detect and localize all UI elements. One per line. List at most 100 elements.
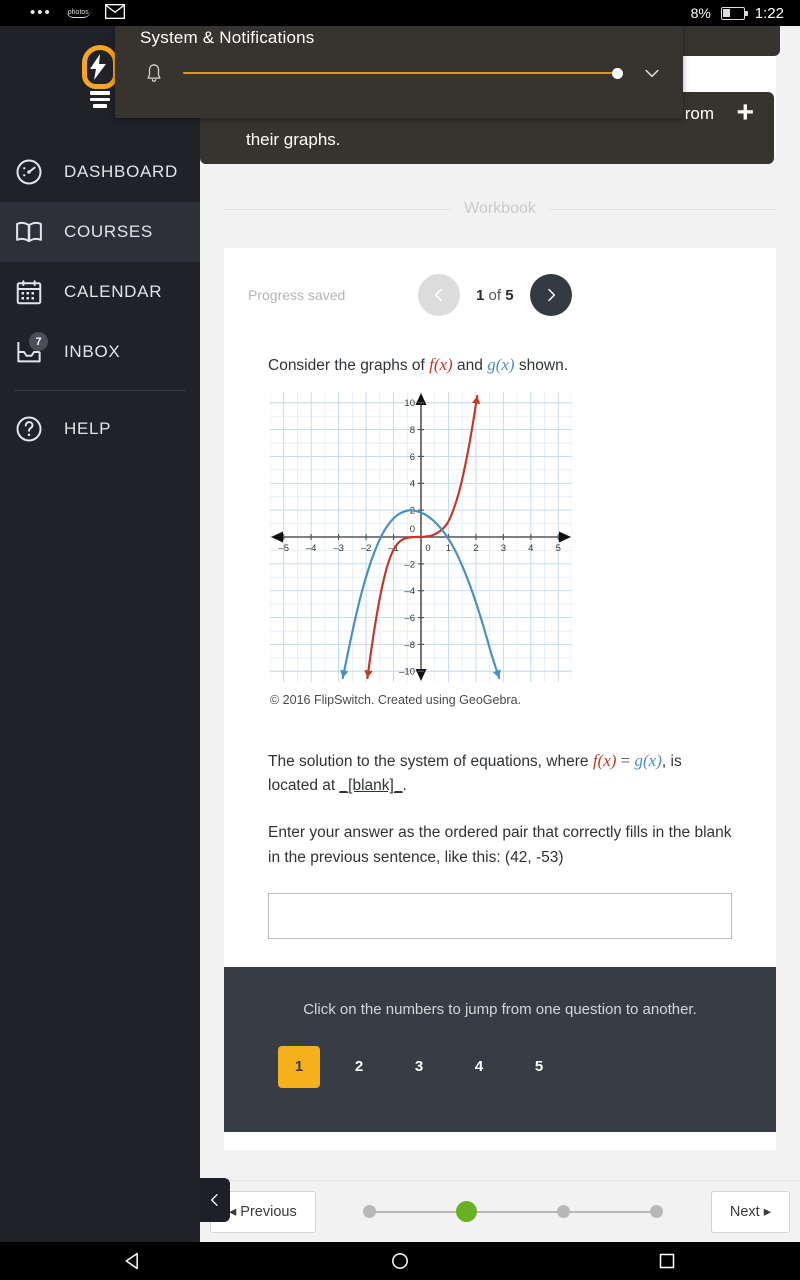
prompt-text-2: shown. bbox=[514, 357, 568, 374]
prompt-text-and: and bbox=[452, 357, 488, 374]
progress-dot-3[interactable] bbox=[557, 1205, 571, 1218]
svg-text:5: 5 bbox=[556, 543, 561, 554]
sidebar-nav: DASHBOARD COURSES CALENDAR 7 INBOX HELP bbox=[0, 142, 200, 459]
workbook-divider: Workbook bbox=[224, 200, 777, 218]
clock: 1:22 bbox=[754, 4, 784, 22]
shade-expand-button[interactable] bbox=[639, 63, 665, 83]
page-current: 1 bbox=[476, 286, 485, 304]
volume-slider-row bbox=[115, 48, 683, 84]
sidebar-item-calendar[interactable]: CALENDAR bbox=[0, 262, 200, 322]
blank-placeholder: _[blank]_ bbox=[339, 777, 403, 795]
function-graph: –5 –4 –3 –2 –1 1 2 3 4 5 0 –10 –8 –6 –4 –2 0 2 4 6 8 10 © 201… bbox=[269, 391, 732, 707]
home-circle-icon bbox=[392, 1253, 408, 1269]
prompt-text-1: Consider the graphs of bbox=[268, 357, 430, 374]
svg-text:10: 10 bbox=[404, 398, 415, 409]
chevron-left-icon bbox=[211, 1194, 218, 1206]
gx-symbol: g(x) bbox=[487, 355, 515, 374]
bell-icon bbox=[143, 62, 165, 84]
more-dots-icon: ••• bbox=[30, 4, 52, 21]
sidebar-item-label: COURSES bbox=[64, 222, 153, 241]
inbox-tray-icon: 7 bbox=[14, 332, 48, 367]
chevron-left-icon bbox=[434, 288, 442, 302]
question-circle-icon bbox=[14, 414, 44, 444]
svg-text:–3: –3 bbox=[333, 543, 344, 554]
inbox-badge: 7 bbox=[29, 332, 48, 351]
answer-hint: Enter your answer as the ordered pair th… bbox=[268, 824, 732, 866]
nav-recents-button[interactable] bbox=[607, 1251, 727, 1271]
nav-back-button[interactable] bbox=[73, 1251, 193, 1271]
progress-dot-2[interactable] bbox=[456, 1201, 478, 1222]
chevron-down-icon bbox=[645, 69, 659, 78]
prev-question-button[interactable] bbox=[418, 274, 460, 316]
progress-saved-label: Progress saved bbox=[248, 287, 346, 303]
answer-input[interactable] bbox=[268, 892, 732, 939]
next-question-button[interactable] bbox=[529, 274, 572, 316]
battery-percent: 8% bbox=[690, 5, 711, 21]
workbook-card: Progress saved 1 of 5 Consider the graph… bbox=[224, 248, 776, 967]
screen-root: DASHBOARD COURSES CALENDAR 7 INBOX HELP … bbox=[0, 0, 800, 1280]
main-content: Workbook Progress saved 1 of 5 Consider … bbox=[200, 26, 800, 1242]
recents-square-icon bbox=[659, 1253, 674, 1269]
question-body: Consider the graphs of f(x) and g(x) sho… bbox=[224, 338, 776, 967]
svg-text:–4: –4 bbox=[306, 543, 317, 554]
svg-text:1: 1 bbox=[446, 543, 451, 554]
sidebar-item-help[interactable]: HELP bbox=[0, 399, 200, 459]
slider-track bbox=[183, 71, 621, 75]
svg-text:–10: –10 bbox=[399, 666, 415, 677]
tooltip-second-line: their graphs. bbox=[246, 130, 341, 149]
mail-icon bbox=[104, 4, 125, 22]
statement-end: . bbox=[402, 777, 407, 795]
plus-icon[interactable]: + bbox=[736, 98, 754, 128]
back-triangle-icon bbox=[125, 1252, 139, 1270]
battery-icon bbox=[720, 6, 748, 20]
sidebar-item-courses[interactable]: COURSES bbox=[0, 202, 200, 262]
sidebar-collapse-button[interactable] bbox=[200, 1178, 230, 1222]
fx-symbol: f(x) bbox=[429, 355, 453, 374]
divider-line-right bbox=[549, 208, 777, 210]
question-statement: The solution to the system of equations,… bbox=[268, 747, 732, 800]
svg-text:0: 0 bbox=[425, 543, 430, 554]
lesson-bottom-bar: ◂ Previous Next ▸ bbox=[200, 1180, 800, 1242]
sidebar-item-inbox[interactable]: 7 INBOX bbox=[0, 322, 200, 382]
jump-number-4[interactable]: 4 bbox=[458, 1046, 500, 1088]
next-button[interactable]: Next ▸ bbox=[710, 1190, 790, 1233]
jump-number-1[interactable]: 1 bbox=[278, 1045, 320, 1088]
jump-number-list: 12345 bbox=[224, 1045, 776, 1088]
volume-slider[interactable] bbox=[183, 64, 623, 82]
svg-text:–2: –2 bbox=[361, 543, 372, 554]
sidebar-item-label: HELP bbox=[64, 419, 112, 438]
page-of: of bbox=[488, 286, 502, 304]
question-prompt: Consider the graphs of f(x) and g(x) sho… bbox=[268, 352, 732, 378]
jump-number-3[interactable]: 3 bbox=[398, 1046, 440, 1088]
status-left-icons: ••• photos bbox=[0, 4, 125, 22]
svg-text:–8: –8 bbox=[404, 639, 415, 650]
sidebar-item-dashboard[interactable]: DASHBOARD bbox=[0, 142, 200, 202]
dashboard-gauge-icon bbox=[14, 157, 44, 187]
graph-svg: –5 –4 –3 –2 –1 1 2 3 4 50–10–8–6–4–20246810 bbox=[269, 391, 573, 682]
svg-text:4: 4 bbox=[528, 543, 533, 554]
svg-text:–2: –2 bbox=[404, 559, 415, 570]
equals-symbol: = bbox=[616, 750, 635, 770]
android-nav-bar bbox=[0, 1242, 800, 1280]
photos-icon: photos bbox=[65, 8, 91, 18]
sidebar-item-label: DASHBOARD bbox=[64, 162, 178, 181]
progress-dot-1[interactable] bbox=[363, 1205, 377, 1218]
slider-thumb[interactable] bbox=[612, 67, 623, 79]
workbook-header: Progress saved 1 of 5 bbox=[224, 248, 776, 338]
android-status-bar: ••• photos 8% 1:22 bbox=[0, 0, 800, 26]
question-jump-nav: Click on the numbers to jump from one qu… bbox=[224, 966, 776, 1132]
gx-symbol-2: g(x) bbox=[634, 750, 662, 770]
svg-text:–6: –6 bbox=[404, 612, 415, 623]
jump-number-2[interactable]: 2 bbox=[338, 1046, 380, 1088]
lesson-progress-dots bbox=[316, 1197, 711, 1227]
nav-home-button[interactable] bbox=[340, 1251, 460, 1271]
svg-text:4: 4 bbox=[410, 478, 415, 489]
sidebar-item-label: INBOX bbox=[64, 342, 121, 361]
workbook-label: Workbook bbox=[464, 200, 536, 217]
workbook-card-footer bbox=[224, 1131, 776, 1150]
jump-number-5[interactable]: 5 bbox=[518, 1046, 560, 1088]
statement-part-1: The solution to the system of equations,… bbox=[268, 752, 593, 770]
svg-text:–5: –5 bbox=[278, 543, 289, 554]
calendar-icon bbox=[14, 277, 44, 307]
progress-dot-4[interactable] bbox=[650, 1205, 664, 1218]
